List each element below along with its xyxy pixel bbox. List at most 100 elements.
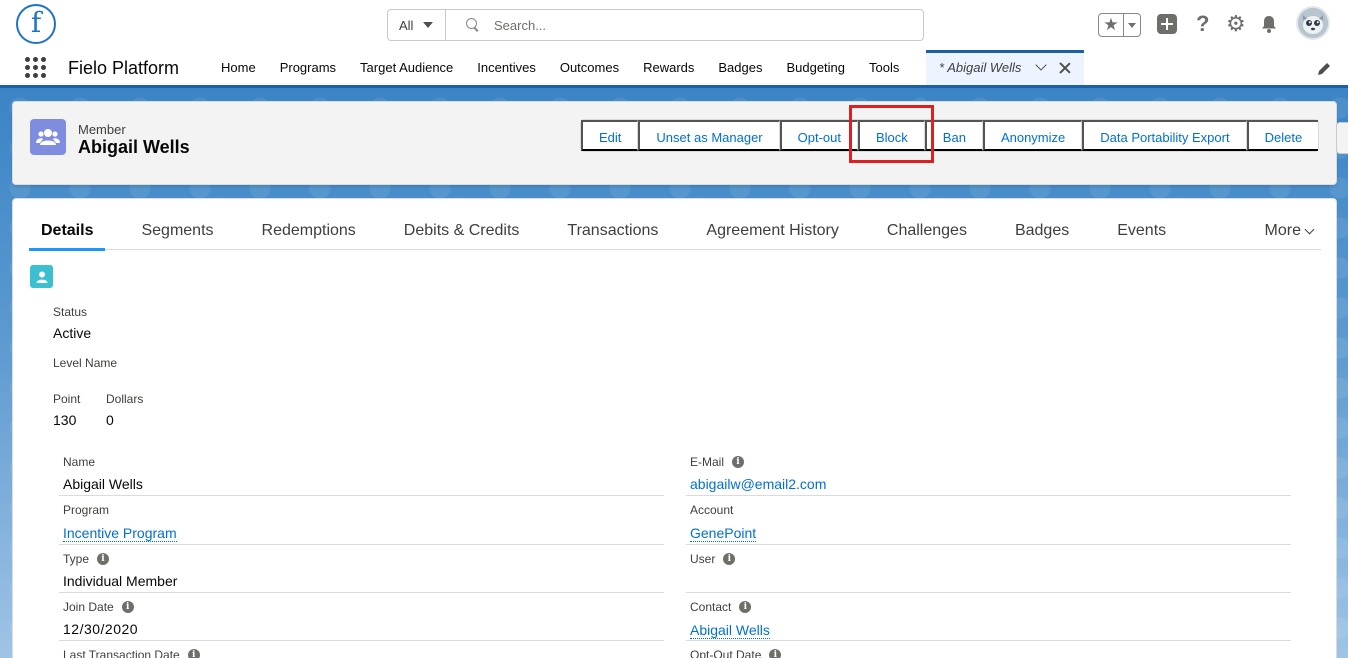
nav-item-home[interactable]: Home — [209, 50, 268, 85]
member-icon — [30, 119, 66, 155]
dollars-value: 0 — [106, 412, 114, 428]
favorites-star-icon[interactable]: ★ — [1099, 14, 1124, 36]
divider — [686, 640, 1291, 641]
nav-item-outcomes[interactable]: Outcomes — [548, 50, 631, 85]
tab-badges[interactable]: Badges — [1003, 212, 1081, 250]
favorites-group: ★ — [1098, 13, 1141, 37]
chevron-down-icon[interactable] — [1035, 59, 1048, 71]
tab-segments[interactable]: Segments — [129, 212, 225, 250]
contact-icon — [30, 265, 53, 288]
tab-details[interactable]: Details — [29, 212, 106, 251]
type-label: Type i — [63, 552, 110, 566]
pencil-icon[interactable] — [1316, 61, 1332, 77]
join-date-label: Join Date i — [63, 600, 134, 614]
divider — [59, 592, 664, 593]
status-label: Status — [53, 305, 88, 319]
caret-down-icon — [1128, 22, 1136, 28]
data-portability-export-button[interactable]: Data Portability Export — [1082, 120, 1247, 151]
info-icon[interactable]: i — [97, 553, 110, 565]
gear-icon[interactable]: ⚙ — [1226, 13, 1246, 35]
delete-button[interactable]: Delete — [1246, 120, 1319, 151]
nav-items: Home Programs Target Audience Incentives… — [209, 50, 911, 85]
tab-redemptions[interactable]: Redemptions — [250, 212, 368, 250]
search-icon — [466, 18, 480, 32]
search-input[interactable] — [494, 17, 874, 33]
fielo-logo[interactable]: f — [16, 4, 56, 44]
tab-challenges[interactable]: Challenges — [875, 212, 979, 250]
contact-label: Contact i — [690, 600, 752, 614]
nav-item-target-audience[interactable]: Target Audience — [348, 50, 465, 85]
divider — [686, 544, 1291, 545]
info-icon[interactable]: i — [121, 601, 134, 613]
global-search: All — [387, 9, 924, 41]
tab-more[interactable]: More — [1264, 212, 1315, 250]
tab-more-label: More — [1264, 222, 1301, 239]
contact-link[interactable]: Abigail Wells — [690, 622, 770, 639]
program-link[interactable]: Incentive Program — [63, 525, 177, 542]
record-tabs: Details Segments Redemptions Debits & Cr… — [29, 212, 1321, 251]
dollars-label: Dollars — [106, 392, 144, 406]
email-link[interactable]: abigailw@email2.com — [690, 476, 826, 492]
record-header: Member Abigail Wells Edit Unset as Manag… — [12, 101, 1337, 185]
program-label: Program — [63, 503, 110, 517]
point-value: 130 — [53, 412, 77, 428]
account-link[interactable]: GenePoint — [690, 525, 757, 542]
tab-debits-credits[interactable]: Debits & Credits — [392, 212, 532, 250]
divider — [686, 592, 1291, 593]
last-transaction-date-label: Last Transaction Date i — [63, 648, 200, 658]
email-label: E-Mail i — [690, 455, 745, 469]
info-icon[interactable]: i — [187, 649, 200, 658]
logo-letter: f — [30, 5, 42, 39]
user-label: User i — [690, 552, 736, 566]
record-detail-card: Details Segments Redemptions Debits & Cr… — [12, 198, 1337, 658]
record-actions: Edit Unset as Manager Opt-out Block Ban … — [580, 119, 1320, 152]
info-icon[interactable]: i — [732, 456, 745, 468]
divider — [59, 495, 664, 496]
avatar[interactable] — [1296, 6, 1330, 40]
chevron-down-icon — [1304, 224, 1315, 234]
caret-down-icon — [423, 22, 434, 28]
nav-tab-label: * Abigail Wells — [939, 60, 1022, 75]
nav-item-programs[interactable]: Programs — [268, 50, 348, 85]
help-icon[interactable]: ? — [1196, 11, 1209, 37]
search-scope-dropdown[interactable]: All — [388, 10, 446, 40]
favorites-list-button[interactable] — [1124, 14, 1140, 36]
tab-agreement-history[interactable]: Agreement History — [694, 212, 851, 250]
app-launcher-icon[interactable] — [25, 57, 46, 78]
nav-item-rewards[interactable]: Rewards — [631, 50, 706, 85]
opt-out-button[interactable]: Opt-out — [779, 120, 858, 151]
info-icon[interactable]: i — [739, 601, 752, 613]
opt-out-date-label: Opt-Out Date i — [690, 648, 782, 658]
edit-button[interactable]: Edit — [581, 120, 639, 151]
search-scope-label: All — [399, 17, 414, 33]
block-highlight-annotation — [849, 105, 934, 163]
nav-item-badges[interactable]: Badges — [706, 50, 774, 85]
info-icon[interactable]: i — [769, 649, 782, 658]
global-header: f All ★ ? ⚙ — [0, 0, 1348, 50]
name-value: Abigail Wells — [63, 476, 143, 492]
close-icon[interactable] — [1059, 62, 1071, 74]
app-nav-bar: Fielo Platform Home Programs Target Audi… — [0, 50, 1348, 88]
app-name: Fielo Platform — [68, 58, 180, 78]
divider — [686, 495, 1291, 496]
nav-tab-abigail-wells[interactable]: * Abigail Wells — [926, 50, 1084, 85]
divider — [59, 544, 664, 545]
nav-item-incentives[interactable]: Incentives — [465, 50, 548, 85]
name-label: Name — [63, 455, 96, 469]
bell-icon[interactable] — [1259, 14, 1279, 34]
nav-item-tools[interactable]: Tools — [857, 50, 911, 85]
record-title: Abigail Wells — [78, 137, 190, 157]
utility-panel-handle[interactable] — [1336, 122, 1348, 154]
tab-events[interactable]: Events — [1105, 212, 1178, 250]
divider — [59, 640, 664, 641]
info-icon[interactable]: i — [723, 553, 736, 565]
point-label: Point — [53, 392, 81, 406]
unset-as-manager-button[interactable]: Unset as Manager — [638, 120, 780, 151]
level-name-label: Level Name — [53, 356, 118, 370]
nav-item-budgeting[interactable]: Budgeting — [774, 50, 857, 85]
type-value: Individual Member — [63, 573, 178, 589]
tab-transactions[interactable]: Transactions — [555, 212, 670, 250]
add-icon[interactable] — [1157, 14, 1177, 34]
status-value: Active — [53, 325, 92, 341]
anonymize-button[interactable]: Anonymize — [982, 120, 1083, 151]
